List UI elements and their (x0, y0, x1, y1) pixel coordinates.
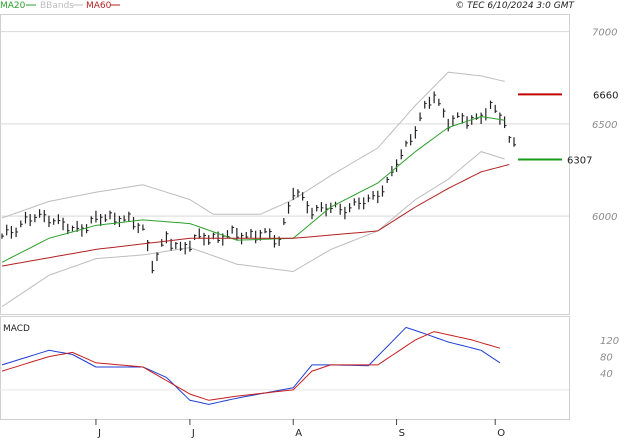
copyright-text: © TEC 6/10/2024 3:0 GMT (455, 1, 575, 11)
price-y-tick-label: 6000 (592, 212, 617, 223)
macd-y-tick-label: 120 (600, 336, 619, 347)
legend-bbands-label: BBands (40, 1, 74, 11)
macd-panel-frame (0, 316, 570, 420)
x-tick-label: J (191, 428, 195, 439)
x-axis-ticks: JJASO (95, 419, 505, 439)
x-tick-label: S (399, 428, 405, 439)
x-tick-label: J (97, 428, 101, 439)
price-y-tick-label: 6500 (592, 120, 617, 131)
stock-chart: MA20 BBands MA60 © TEC 6/10/2024 3:0 GMT… (0, 1, 619, 439)
macd-panel-title: MACD (3, 324, 30, 334)
legend: MA20 BBands MA60 (0, 1, 120, 11)
price-panel-frame (0, 14, 570, 315)
macd-y-tick-label: 40 (600, 369, 613, 380)
macd-y-tick-label: 80 (600, 353, 613, 364)
support-level-label: 6307 (567, 156, 592, 167)
x-tick-label: O (497, 428, 505, 439)
legend-ma20-label: MA20 (0, 1, 26, 11)
legend-ma60-label: MA60 (86, 1, 112, 11)
price-y-axis-ticks: 7000 6500 6000 (592, 28, 617, 224)
price-y-tick-label: 7000 (592, 28, 617, 39)
resistance-level-label: 6660 (593, 90, 618, 101)
x-tick-label: A (295, 428, 302, 439)
macd-y-axis-ticks: 120 80 40 (600, 336, 619, 380)
